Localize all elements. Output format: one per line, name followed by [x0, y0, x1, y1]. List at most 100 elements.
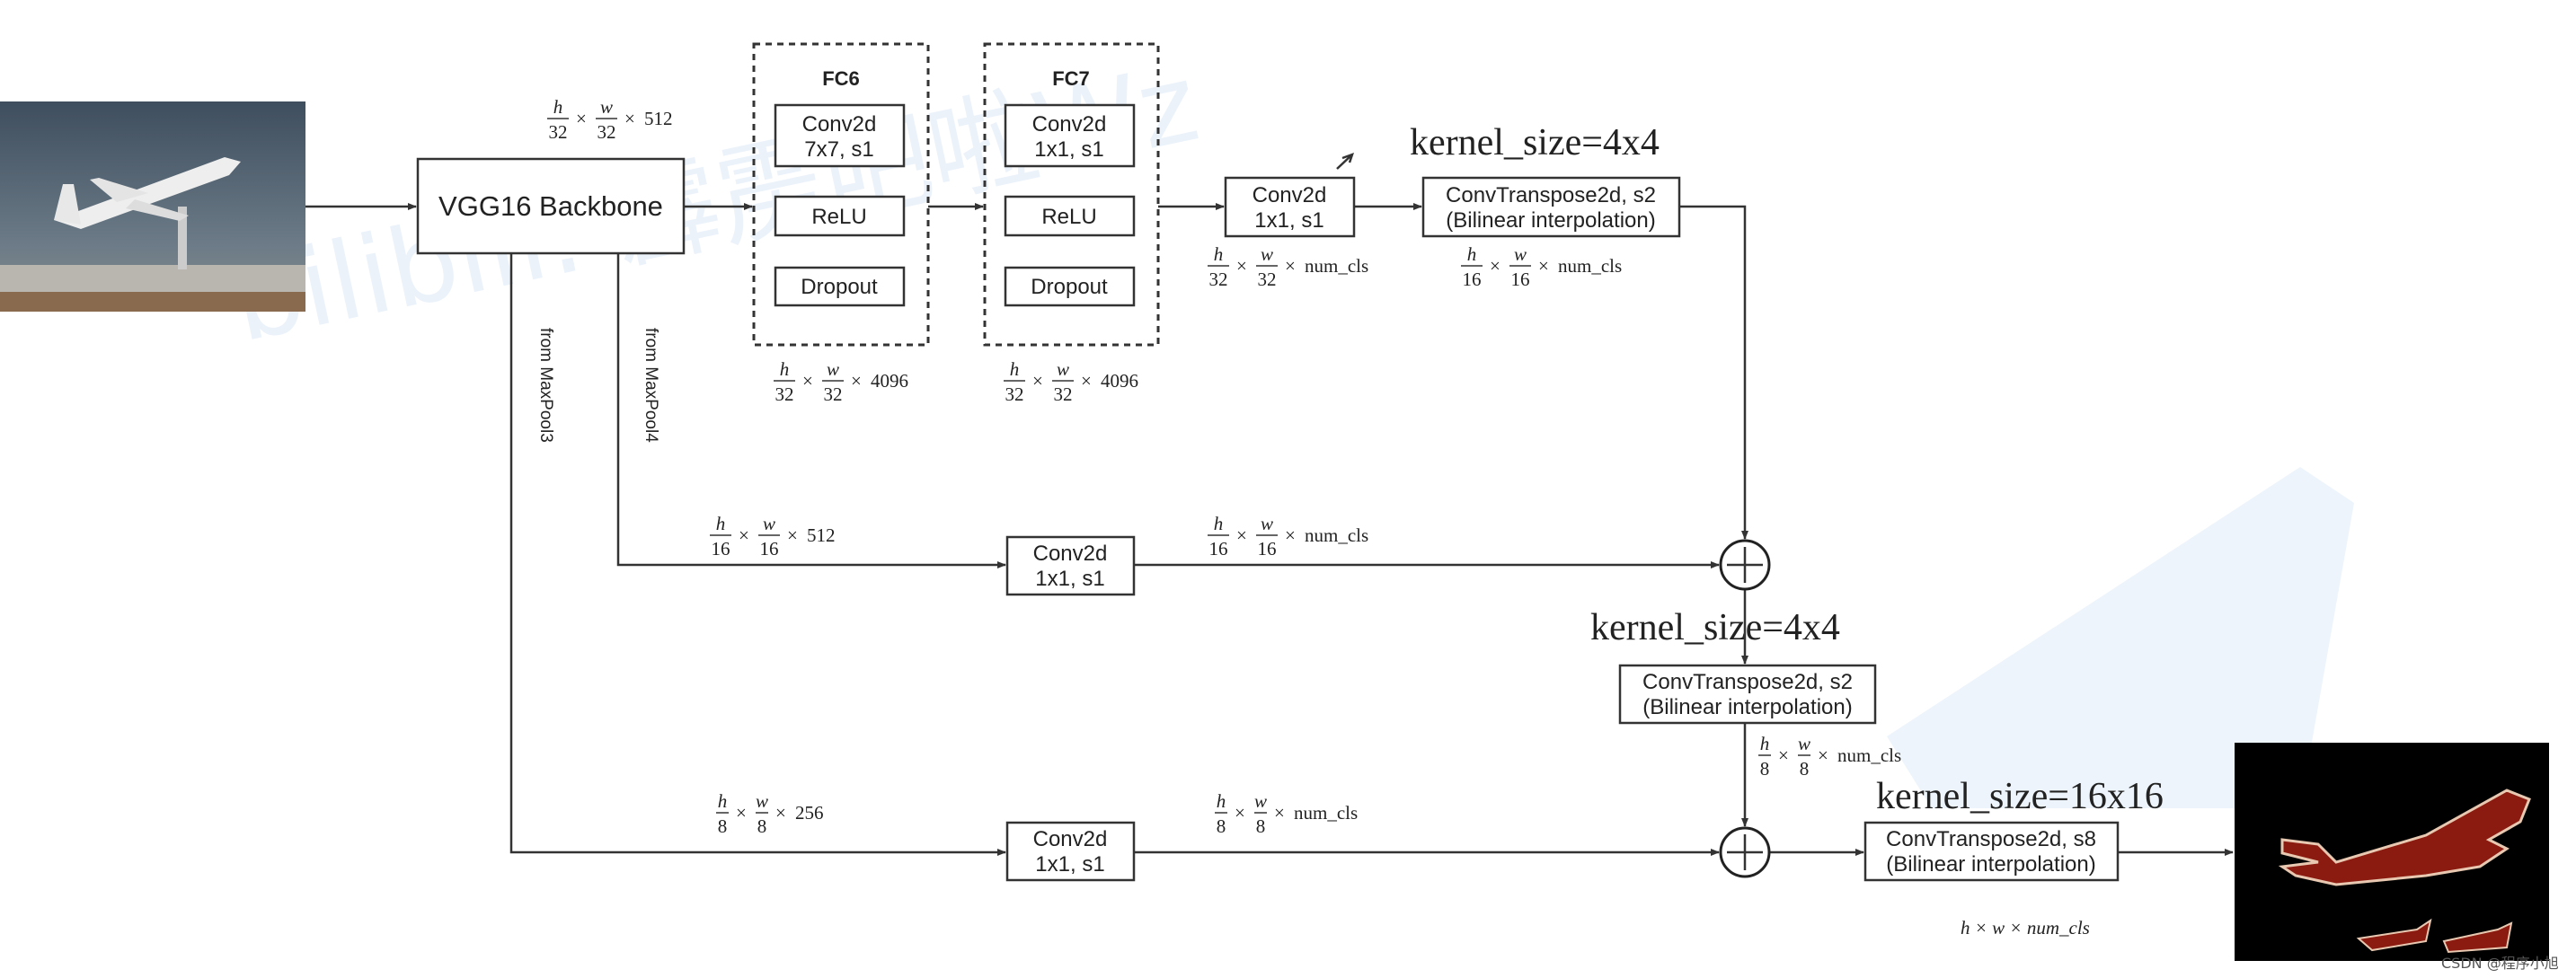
times-sign: × — [802, 370, 813, 392]
times-sign: × — [1490, 255, 1500, 277]
times-sign: × — [1538, 255, 1549, 277]
fc6-dropout-label: Dropout — [801, 275, 878, 299]
fraction-denominator: 16 — [1511, 269, 1530, 290]
times-sign: × — [1032, 370, 1043, 392]
fc6-relu-label: ReLU — [811, 205, 866, 229]
fc7-conv-label: Conv2d — [1032, 112, 1107, 137]
fraction-numerator: h — [1010, 358, 1020, 380]
times-sign: × — [1081, 370, 1092, 392]
fraction-denominator: 8 — [1256, 815, 1266, 837]
upsample1-note: (Bilinear interpolation) — [1446, 208, 1655, 233]
pool4-branch-label: from MaxPool4 — [642, 328, 660, 443]
channel-count: num_cls — [1294, 802, 1358, 824]
annotation-pool4-in: h 16 × w 16 × 512 — [710, 513, 836, 559]
fraction-numerator: w — [600, 96, 613, 118]
fraction-numerator: h — [1467, 243, 1477, 265]
fraction-numerator: w — [1254, 790, 1267, 812]
channel-count: num_cls — [1305, 255, 1368, 277]
fraction-denominator: 32 — [1209, 269, 1228, 290]
fraction-numerator: w — [1514, 243, 1527, 265]
channel-count: 4096 — [1101, 370, 1138, 392]
fraction-numerator: w — [756, 790, 768, 812]
fraction-numerator: w — [1261, 513, 1273, 534]
fcn8s-diagram: bilibili: 霹雳吧啦Wz VGG16 Backbone FC6 Conv… — [0, 40, 2559, 972]
channel-count: num_cls — [1837, 745, 1901, 766]
fraction-numerator: w — [1057, 358, 1069, 380]
fraction-denominator: 32 — [775, 383, 794, 405]
fc6-title: FC6 — [822, 67, 860, 90]
annotation-up1-out: h 16 × w 16 × num_cls — [1461, 243, 1622, 290]
times-sign: × — [787, 524, 798, 546]
fraction-numerator: h — [1217, 790, 1226, 812]
sum-node-2 — [1719, 826, 1771, 878]
times-sign: × — [1236, 255, 1247, 277]
times-sign: × — [739, 524, 749, 546]
output-segmentation-image — [2235, 743, 2549, 961]
times-sign: × — [1778, 745, 1789, 766]
times-sign: × — [1818, 745, 1828, 766]
fc6-conv-label: Conv2d — [802, 112, 877, 137]
fraction-denominator: 32 — [1054, 383, 1073, 405]
annotation-score8-out: h 8 × w 8 × num_cls — [1215, 790, 1358, 837]
times-sign: × — [576, 108, 587, 129]
fc6-conv-params: 7x7, s1 — [804, 137, 873, 162]
times-sign: × — [851, 370, 862, 392]
sum-node-1 — [1719, 539, 1771, 591]
times-sign: × — [1235, 802, 1245, 824]
upsample1-label: ConvTranspose2d, s2 — [1446, 183, 1656, 207]
csdn-credit: CSDN @程序小旭 — [2441, 955, 2559, 972]
fraction-denominator: 32 — [1258, 269, 1277, 290]
fraction-denominator: 16 — [1209, 538, 1228, 559]
times-sign: × — [624, 108, 635, 129]
fraction-numerator: h — [1760, 733, 1770, 754]
channel-count: 512 — [644, 108, 673, 129]
fraction-denominator: 32 — [549, 121, 568, 143]
score32-conv-label: Conv2d — [1253, 183, 1327, 207]
final-shape: h × w × num_cls — [1961, 917, 2090, 938]
pen-cursor-icon — [1336, 152, 1355, 170]
fraction-denominator: 16 — [712, 538, 730, 559]
fraction-denominator: 16 — [760, 538, 779, 559]
upsample2-label: ConvTranspose2d, s2 — [1642, 670, 1853, 694]
fraction-denominator: 32 — [598, 121, 616, 143]
vgg16-backbone-label: VGG16 Backbone — [438, 190, 663, 222]
upsample2-note: (Bilinear interpolation) — [1642, 695, 1852, 719]
fc7-title: FC7 — [1052, 67, 1090, 90]
score16-conv-label: Conv2d — [1033, 542, 1108, 566]
annotation-score32-out: h 32 × w 32 × num_cls — [1208, 243, 1368, 290]
fc7-dropout-label: Dropout — [1031, 275, 1108, 299]
fraction-denominator: 8 — [757, 815, 767, 837]
fraction-numerator: h — [780, 358, 790, 380]
upsample3-kernel: kernel_size=16x16 — [1876, 776, 2164, 817]
fraction-numerator: w — [827, 358, 839, 380]
fraction-denominator: 32 — [1005, 383, 1024, 405]
times-sign: × — [736, 802, 747, 824]
channel-count: num_cls — [1558, 255, 1622, 277]
fc7-conv-params: 1x1, s1 — [1034, 137, 1103, 162]
times-sign: × — [1285, 524, 1296, 546]
fraction-denominator: 8 — [1760, 758, 1770, 780]
upsample2-kernel: kernel_size=4x4 — [1590, 607, 1840, 648]
channel-count: 512 — [807, 524, 836, 546]
pool3-branch-label: from MaxPool3 — [536, 328, 555, 443]
times-sign: × — [1274, 802, 1285, 824]
annotation-score16-out: h 16 × w 16 × num_cls — [1208, 513, 1368, 559]
channel-count: num_cls — [1305, 524, 1368, 546]
input-image — [0, 101, 305, 312]
fraction-denominator: 16 — [1258, 538, 1277, 559]
fraction-numerator: w — [1798, 733, 1810, 754]
fraction-denominator: 32 — [824, 383, 843, 405]
annotation-up2-out: h 8 × w 8 × num_cls — [1758, 733, 1901, 780]
score32-conv-params: 1x1, s1 — [1254, 208, 1323, 233]
score16-conv-params: 1x1, s1 — [1035, 567, 1104, 591]
fraction-numerator: h — [716, 513, 726, 534]
fraction-numerator: h — [553, 96, 563, 118]
fc7-relu-label: ReLU — [1041, 205, 1096, 229]
fraction-denominator: 8 — [1217, 815, 1226, 837]
fraction-numerator: h — [1214, 243, 1224, 265]
fraction-denominator: 16 — [1463, 269, 1482, 290]
fraction-numerator: w — [763, 513, 775, 534]
fraction-denominator: 8 — [718, 815, 728, 837]
times-sign: × — [775, 802, 786, 824]
annotation-pool3-in: h 8 × w 8 × 256 — [716, 790, 824, 837]
